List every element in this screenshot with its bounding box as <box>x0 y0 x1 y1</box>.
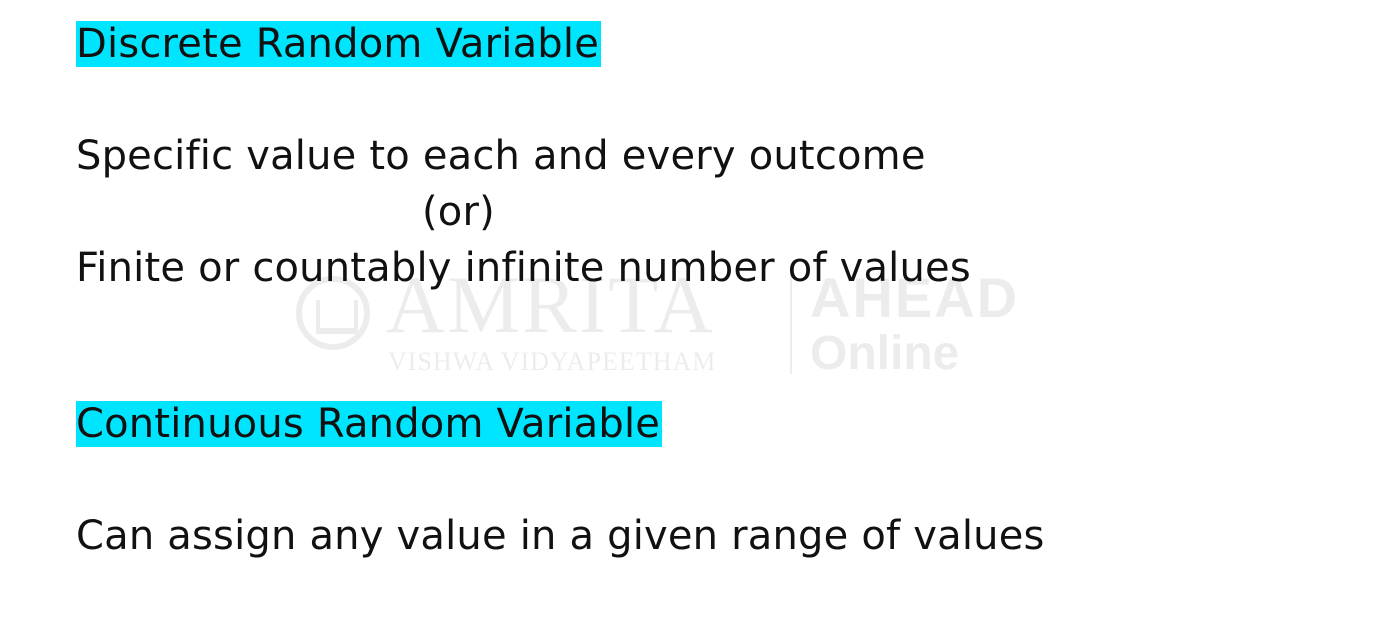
discrete-definition-2: Finite or countably infinite number of v… <box>76 245 971 291</box>
or-separator: (or) <box>422 189 495 235</box>
continuous-definition: Can assign any value in a given range of… <box>76 513 1045 559</box>
continuous-heading-row: Continuous Random Variable <box>76 396 663 452</box>
watermark-program-sub: Online <box>810 327 960 380</box>
discrete-heading-row: Discrete Random Variable <box>76 16 602 72</box>
continuous-heading: Continuous Random Variable <box>76 401 663 447</box>
watermark-subtitle: VISHWA VIDYAPEETHAM <box>388 347 717 376</box>
discrete-definition-1: Specific value to each and every outcome <box>76 133 926 179</box>
discrete-heading: Discrete Random Variable <box>76 21 602 67</box>
